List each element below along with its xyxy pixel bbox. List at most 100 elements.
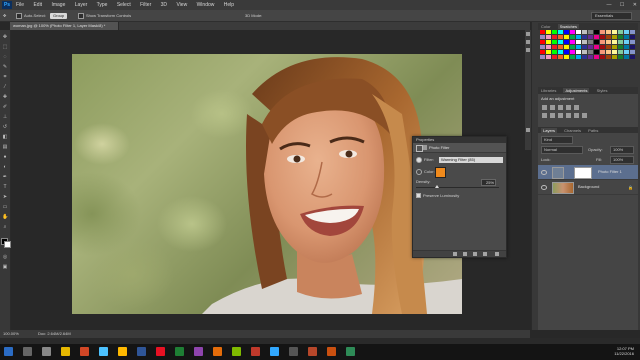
screen-mode-icon[interactable]: ▣ [2,264,8,270]
layer-row-photo-filter[interactable]: Photo Filter 1 [538,165,638,180]
swatch[interactable] [576,35,581,39]
swatch[interactable] [564,50,569,54]
word-icon[interactable] [137,347,146,356]
swatch[interactable] [618,35,623,39]
move-tool-icon[interactable]: ✥ [2,34,8,40]
blur-tool-icon[interactable]: ● [2,154,8,160]
zoom-level[interactable]: 100.00% [3,330,19,338]
swatches-grid[interactable] [540,30,636,62]
history-brush-icon[interactable]: ↺ [2,124,8,130]
density-slider[interactable] [416,187,499,188]
swatch[interactable] [618,30,623,34]
swatch[interactable] [540,55,545,59]
start-icon[interactable] [4,347,13,356]
menu-image[interactable]: Image [51,2,65,8]
photoshop-icon[interactable] [270,347,279,356]
swatch[interactable] [588,35,593,39]
swatch[interactable] [618,45,623,49]
swatch[interactable] [570,30,575,34]
swatch[interactable] [546,55,551,59]
show-transform-checkbox[interactable] [78,12,84,19]
swatch[interactable] [630,45,635,49]
exposure-icon[interactable] [566,105,571,110]
layer-kind-filter[interactable]: Kind [541,136,573,144]
swatch[interactable] [618,50,623,54]
black-white-icon[interactable] [558,113,563,118]
dodge-tool-icon[interactable]: ◐ [2,164,8,170]
swatch[interactable] [600,50,605,54]
document-size[interactable]: Doc: 2.64M/2.64M [38,330,71,338]
swatch[interactable] [606,30,611,34]
pen-tool-icon[interactable]: ✒ [2,174,8,180]
tab-swatches[interactable]: Swatches [557,24,580,29]
type-tool-icon[interactable]: T [2,184,8,190]
layer-mask-thumbnail[interactable] [574,167,592,179]
swatch[interactable] [600,40,605,44]
brush-tool-icon[interactable]: ✐ [2,104,8,110]
eraser-tool-icon[interactable]: ◧ [2,134,8,140]
swatch[interactable] [540,50,545,54]
gradient-tool-icon[interactable]: ▤ [2,144,8,150]
filter-dropdown[interactable]: Warming Filter (85) [439,157,503,163]
swatch[interactable] [612,55,617,59]
brush-presets-icon[interactable] [526,40,530,44]
swatch[interactable] [612,30,617,34]
task-view-icon[interactable] [42,347,51,356]
swatch[interactable] [606,35,611,39]
swatch[interactable] [594,40,599,44]
filter-color-swatch[interactable] [435,167,446,178]
swatch[interactable] [570,55,575,59]
swatch[interactable] [606,50,611,54]
swatch[interactable] [576,50,581,54]
swatch[interactable] [588,50,593,54]
swatch[interactable] [582,35,587,39]
swatch[interactable] [600,45,605,49]
view-previous-icon[interactable] [463,252,467,256]
app-icon[interactable] [327,347,336,356]
swatch[interactable] [594,30,599,34]
menu-filter[interactable]: Filter [140,2,151,8]
swatch[interactable] [606,55,611,59]
powerpoint-icon[interactable] [308,347,317,356]
adjustment-layer-icon[interactable] [416,145,423,152]
shape-tool-icon[interactable]: ▭ [2,204,8,210]
app-icon[interactable] [251,347,260,356]
density-slider-handle[interactable] [434,185,439,188]
quick-select-tool-icon[interactable]: ✎ [2,64,8,70]
auto-select-checkbox[interactable] [16,12,22,19]
swatch[interactable] [612,45,617,49]
hand-tool-icon[interactable]: ✋ [2,214,8,220]
excel-icon[interactable] [175,347,184,356]
swatch[interactable] [546,40,551,44]
info-icon[interactable] [526,128,530,132]
swatch[interactable] [576,30,581,34]
swatch[interactable] [540,30,545,34]
swatch[interactable] [630,50,635,54]
swatch[interactable] [594,35,599,39]
maximize-icon[interactable]: ☐ [620,2,624,8]
swatch[interactable] [582,45,587,49]
healing-tool-icon[interactable]: ✚ [2,94,8,100]
swatch[interactable] [630,30,635,34]
fill-input[interactable]: 100% [610,156,634,164]
show-transform-option[interactable]: Show Transform Controls [78,10,131,21]
swatch[interactable] [630,55,635,59]
swatch[interactable] [600,55,605,59]
swatch[interactable] [546,45,551,49]
close-icon[interactable]: ✕ [633,2,637,8]
menu-type[interactable]: Type [97,2,108,8]
menu-help[interactable]: Help [224,2,234,8]
levels-icon[interactable] [550,105,555,110]
minimize-icon[interactable]: — [607,2,612,8]
clip-to-layer-icon[interactable] [453,252,457,256]
auto-select-option[interactable]: Auto-Select: [16,10,46,21]
swatch[interactable] [576,55,581,59]
file-explorer-icon[interactable] [61,347,70,356]
swatch[interactable] [618,55,623,59]
app-icon[interactable] [346,347,355,356]
edge-icon[interactable] [99,347,108,356]
swatch[interactable] [564,45,569,49]
swatch[interactable] [624,45,629,49]
swatch[interactable] [612,40,617,44]
app-icon[interactable] [232,347,241,356]
